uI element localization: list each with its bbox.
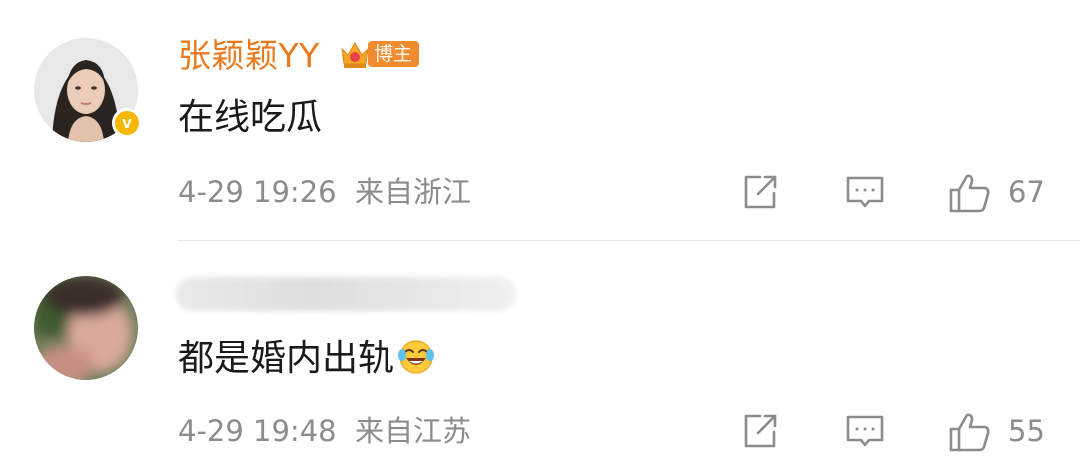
comment-text: 都是婚内出轨 [178, 335, 436, 383]
avatar[interactable] [34, 276, 138, 380]
crown-icon [338, 37, 372, 71]
comment-text-content: 都是婚内出轨 [178, 338, 395, 379]
share-icon[interactable] [740, 411, 780, 451]
comment-meta: 4-29 19:26 来自浙江 [178, 175, 472, 209]
username[interactable]: 张颖颖YY [178, 34, 320, 78]
reply-icon[interactable] [845, 411, 885, 451]
blogger-badge: 博主 [338, 36, 420, 72]
like-count: 67 [1008, 175, 1045, 209]
comment-meta: 4-29 19:48 来自江苏 [178, 414, 472, 448]
reply-icon[interactable] [845, 172, 885, 212]
like-icon[interactable] [948, 411, 990, 452]
avatar[interactable]: v [34, 38, 142, 142]
laughing-crying-emoji-icon [396, 336, 436, 376]
verified-badge-icon: v [112, 108, 142, 138]
comment-item: 都是婚内出轨 4-29 19:48 来自江苏 55 [0, 241, 1080, 476]
badge-label: 博主 [368, 41, 420, 67]
username-blurred[interactable] [176, 277, 516, 311]
like-icon[interactable] [948, 172, 990, 213]
comment-text: 在线吃瓜 [178, 97, 323, 138]
comment-item: v 张颖颖YY 博主 在线吃瓜 4-29 19:26 来自浙江 67 [0, 0, 1080, 241]
avatar-image [34, 276, 138, 380]
like-count: 55 [1008, 414, 1045, 448]
share-icon[interactable] [740, 172, 780, 212]
